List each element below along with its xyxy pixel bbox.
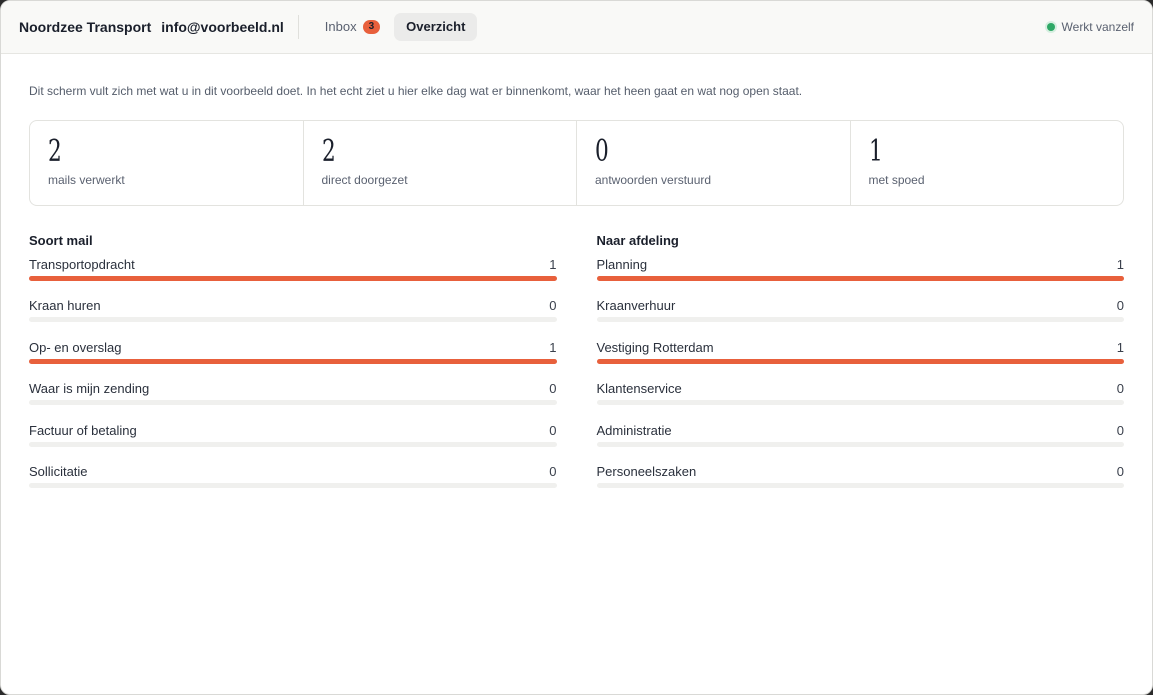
stat-value: 2 — [48, 134, 62, 169]
department-row-label: Personeelszaken — [596, 463, 697, 479]
mail-type-row-bar-fill — [29, 358, 557, 364]
stat-label: antwoorden verstuurd — [595, 173, 712, 187]
mail-type-row-bar-track — [29, 441, 557, 447]
mail-type-row-count: 0 — [549, 298, 557, 314]
mail-type-row-count: 1 — [549, 257, 557, 272]
status-indicator: Werkt vanzelf — [1046, 20, 1134, 34]
mail-type-breakdown: Soort mail Transportopdracht 1 Kraan huren… — [29, 233, 557, 503]
mail-type-row-count: 0 — [549, 381, 557, 397]
mail-type-row: Op- en overslag 1 — [29, 338, 557, 379]
mail-type-row: Transportopdracht 1 — [29, 255, 557, 296]
stat-value: 1 — [868, 134, 883, 169]
mail-type-row-count: 0 — [549, 422, 557, 438]
stat-label: direct doorgezet — [321, 173, 408, 187]
mail-type-row-bar-track — [29, 482, 557, 488]
mail-type-row-bar-track — [29, 400, 557, 406]
mail-type-row: Waar is mijn zending 0 — [29, 379, 557, 420]
department-row-count: 0 — [1116, 463, 1124, 479]
mail-type-row-count: 1 — [549, 339, 557, 355]
inbox-count-badge: 3 — [362, 20, 381, 34]
tab-overzicht-label: Overzicht — [406, 19, 466, 34]
stat-value: 2 — [321, 134, 336, 169]
department-row-bar-track — [596, 358, 1124, 364]
section-title-naar-afdeling: Naar afdeling — [596, 233, 679, 248]
stat-antwoorden-verstuurd: 0 antwoorden verstuurd — [577, 121, 851, 205]
mail-type-list: Transportopdracht 1 Kraan huren 0 Op- en ove… — [29, 255, 557, 503]
department-row-count: 0 — [1116, 381, 1124, 397]
intro-text: Dit scherm vult zich met wat u in dit vo… — [29, 84, 803, 98]
department-row: Klantenservice 0 — [596, 379, 1124, 420]
stat-label: met spoed — [868, 173, 925, 187]
mail-type-row-label: Transportopdracht — [29, 257, 135, 272]
app-window: Noordzee Transport info@voorbeeld.nl Inb… — [0, 0, 1153, 695]
mail-type-row: Factuur of betaling 0 — [29, 421, 557, 462]
department-row-label: Klantenservice — [596, 381, 682, 397]
company-name: Noordzee Transport — [19, 19, 152, 35]
mail-type-row-bar-track — [29, 317, 557, 323]
department-row: Kraanverhuur 0 — [596, 296, 1124, 337]
mail-type-row-bar-track — [29, 358, 557, 364]
department-row-label: Planning — [596, 257, 648, 272]
department-row-bar-fill — [596, 276, 1124, 281]
mail-type-row: Sollicitatie 0 — [29, 462, 557, 503]
mail-type-row-label: Sollicitatie — [29, 463, 88, 479]
header-divider — [297, 15, 299, 39]
department-row: Personeelszaken 0 — [596, 462, 1124, 503]
mail-type-row-bar-fill — [29, 276, 557, 281]
account-email: info@voorbeeld.nl — [161, 19, 284, 35]
top-bar: Noordzee Transport info@voorbeeld.nl Inb… — [1, 1, 1152, 54]
department-list: Planning 1 Kraanverhuur 0 Vestiging Rotterda… — [596, 255, 1124, 503]
breakdown-columns: Soort mail Transportopdracht 1 Kraan huren… — [29, 233, 1124, 503]
overview-content: Dit scherm vult zich met wat u in dit vo… — [1, 84, 1152, 503]
stat-direct-doorgezet: 2 direct doorgezet — [304, 121, 577, 205]
mail-type-row: Kraan huren 0 — [29, 296, 557, 337]
stat-value: 0 — [595, 134, 609, 169]
tab-overzicht[interactable]: Overzicht — [394, 13, 478, 41]
department-row-count: 1 — [1116, 339, 1124, 355]
department-row-bar-track — [596, 276, 1124, 281]
department-row-bar-track — [596, 482, 1124, 488]
department-row: Vestiging Rotterdam 1 — [596, 338, 1124, 379]
department-row-bar-track — [596, 441, 1124, 447]
department-row: Planning 1 — [596, 255, 1124, 296]
section-title-soort-mail: Soort mail — [29, 233, 93, 248]
mail-type-row-label: Factuur of betaling — [29, 422, 137, 438]
mail-type-row-label: Waar is mijn zending — [29, 381, 150, 397]
department-row-count: 0 — [1116, 422, 1124, 438]
stat-mails-verwerkt: 2 mails verwerkt — [30, 121, 304, 205]
stat-met-spoed: 1 met spoed — [851, 121, 1124, 205]
department-breakdown: Naar afdeling Planning 1 Kraanverhuur 0 Vest… — [596, 233, 1124, 503]
department-row-count: 0 — [1116, 298, 1124, 314]
mail-type-row-label: Op- en overslag — [29, 339, 122, 355]
mail-type-row-count: 0 — [549, 463, 557, 479]
department-row-bar-fill — [596, 358, 1124, 364]
stat-label: mails verwerkt — [48, 173, 125, 187]
status-dot-icon — [1046, 23, 1055, 31]
department-row-bar-track — [596, 400, 1124, 406]
department-row: Administratie 0 — [596, 421, 1124, 462]
department-row-label: Kraanverhuur — [596, 298, 676, 314]
stats-panel: 2 mails verwerkt 2 direct doorgezet 0 an… — [29, 120, 1124, 206]
department-row-label: Vestiging Rotterdam — [596, 339, 714, 355]
department-row-bar-track — [596, 317, 1124, 323]
mail-type-row-label: Kraan huren — [29, 298, 101, 314]
status-text: Werkt vanzelf — [1061, 20, 1134, 34]
mail-type-row-bar-track — [29, 276, 557, 281]
tab-inbox-label: Inbox — [324, 19, 357, 34]
department-row-count: 1 — [1116, 257, 1124, 272]
department-row-label: Administratie — [596, 422, 672, 438]
tab-inbox[interactable]: Inbox 3 — [313, 13, 392, 41]
